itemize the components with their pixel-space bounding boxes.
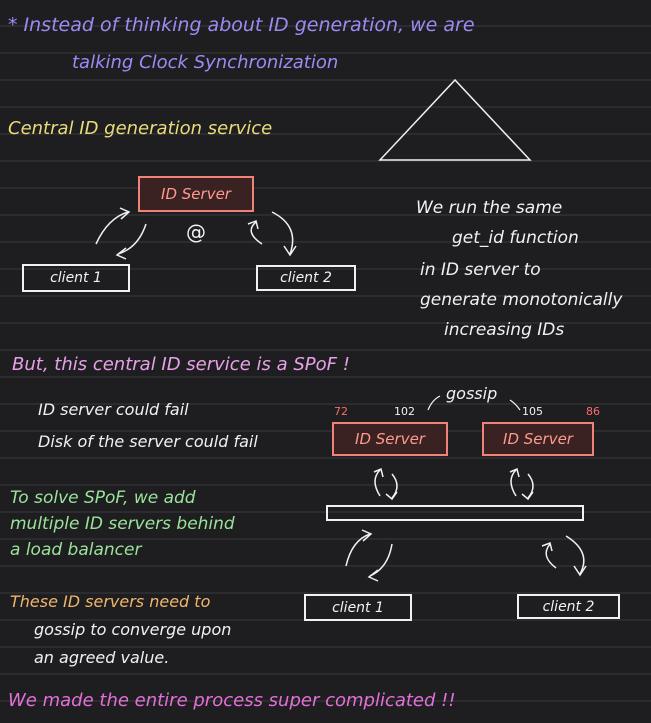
- arrow-client2-down-head: [283, 245, 297, 257]
- arrow-client1-down: [117, 223, 147, 255]
- arrow-lb-client1-down-head: [367, 569, 379, 582]
- id-server-2-box: ID Server: [482, 422, 594, 456]
- gossip-note-line-3: an agreed value.: [34, 648, 170, 667]
- client-2-box-lb: client 2: [517, 594, 620, 619]
- central-heading: Central ID generation service: [8, 118, 273, 139]
- server-2-value-right: 86: [586, 405, 600, 418]
- arrow-server2-lb-left: [510, 469, 517, 497]
- arrow-server2-lb-right-head: [521, 491, 534, 501]
- arrow-server1-lb-left: [374, 469, 381, 497]
- id-server-1-box: ID Server: [332, 422, 448, 456]
- load-balancer-box: [326, 505, 584, 521]
- description-line-5: increasing IDs: [444, 320, 565, 340]
- description-line-4: generate monotonically: [420, 290, 623, 310]
- solve-line-1: To solve SPoF, we add: [10, 488, 196, 508]
- gossip-arc-right: [509, 399, 521, 411]
- conclusion: We made the entire process super complic…: [8, 690, 456, 711]
- client-1-box-lb: client 1: [304, 594, 412, 621]
- failure-2: Disk of the server could fail: [38, 432, 258, 451]
- arrow-server1-lb-right-head: [385, 491, 398, 501]
- failure-1: ID server could fail: [38, 400, 189, 419]
- arrow-lb-client1-down: [369, 543, 393, 577]
- arrow-client2-down: [271, 211, 294, 255]
- id-server-box: ID Server: [138, 176, 254, 212]
- gossip-arc-left: [427, 395, 441, 411]
- server-1-value-right: 102: [394, 405, 415, 418]
- spof-heading: But, this central ID service is a SPoF !: [12, 354, 350, 375]
- gossip-label: gossip: [446, 384, 498, 403]
- cycle-symbol: @: [186, 220, 206, 244]
- gossip-note-line-1: These ID servers need to: [10, 592, 211, 611]
- arrow-lb-client2-down-head: [573, 565, 587, 577]
- description-line-2: get_id function: [452, 228, 579, 248]
- triangle-shape: [378, 78, 532, 161]
- description-line-3: in ID server to: [420, 260, 541, 280]
- solve-line-2: multiple ID servers behind: [10, 514, 235, 534]
- server-2-value-left: 105: [522, 405, 543, 418]
- server-1-value-left: 72: [334, 405, 348, 418]
- client-2-box: client 2: [256, 265, 356, 291]
- description-line-1: We run the same: [416, 198, 563, 218]
- solve-line-3: a load balancer: [10, 540, 142, 560]
- client-1-box: client 1: [22, 264, 130, 292]
- gossip-note-line-2: gossip to converge upon: [34, 620, 232, 639]
